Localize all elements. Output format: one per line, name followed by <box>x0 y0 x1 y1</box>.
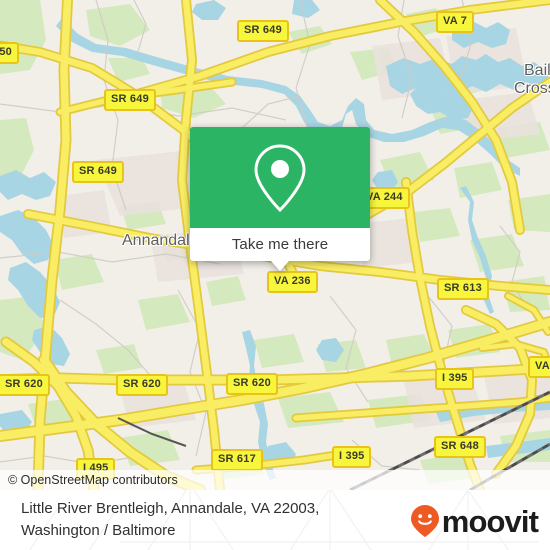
location-title-line-2: Washington / Baltimore <box>21 522 176 539</box>
osm-attribution[interactable]: © OpenStreetMap contributors <box>0 470 550 490</box>
road-shield-sr648[interactable]: SR 648 <box>434 436 486 458</box>
road-shield-sr613[interactable]: SR 613 <box>437 278 489 300</box>
location-title: Little River Brentleigh, Annandale, VA 2… <box>21 498 401 542</box>
road-shield-i395-lower[interactable]: I 395 <box>332 446 372 468</box>
road-shield-i395-upper[interactable]: I 395 <box>435 368 475 390</box>
place-label-annandale: Annandale <box>122 232 199 249</box>
road-shield-650-edge[interactable]: 650 <box>0 42 19 64</box>
road-shield-va7[interactable]: VA 7 <box>436 11 475 33</box>
road-shield-va-edge[interactable]: VA <box>528 356 550 378</box>
place-label-baileys: Baile <box>524 62 550 79</box>
road-shield-sr649-left[interactable]: SR 649 <box>104 89 156 111</box>
map-pin-icon <box>254 143 306 212</box>
road-shield-sr620-right[interactable]: SR 620 <box>226 373 278 395</box>
moovit-brand[interactable]: moovit <box>410 503 539 539</box>
place-label-crossroads: Crossi <box>514 80 550 97</box>
road-shield-sr649-top[interactable]: SR 649 <box>237 20 289 42</box>
moovit-wordmark: moovit <box>441 503 539 539</box>
road-shield-sr620-mid[interactable]: SR 620 <box>116 374 168 396</box>
popup-header <box>190 127 370 228</box>
road-shield-va236[interactable]: VA 236 <box>267 271 318 293</box>
map-canvas[interactable]: Annandale Baile Crossi SR 649 VA 7 SR 64… <box>0 0 550 490</box>
footer-bar: Little River Brentleigh, Annandale, VA 2… <box>0 490 550 550</box>
moovit-smiley-pin-icon <box>410 505 439 537</box>
location-popup-card[interactable]: Take me there <box>190 127 370 271</box>
road-shield-sr617[interactable]: SR 617 <box>211 449 263 471</box>
road-shield-sr649-mid[interactable]: SR 649 <box>72 161 124 183</box>
popup-pointer-tail <box>271 261 289 271</box>
road-shield-sr620-left[interactable]: SR 620 <box>0 374 50 396</box>
popup-action-bar[interactable]: Take me there <box>190 228 370 261</box>
location-title-line-1: Little River Brentleigh, Annandale, VA 2… <box>21 500 320 517</box>
take-me-there-label: Take me there <box>231 236 329 253</box>
